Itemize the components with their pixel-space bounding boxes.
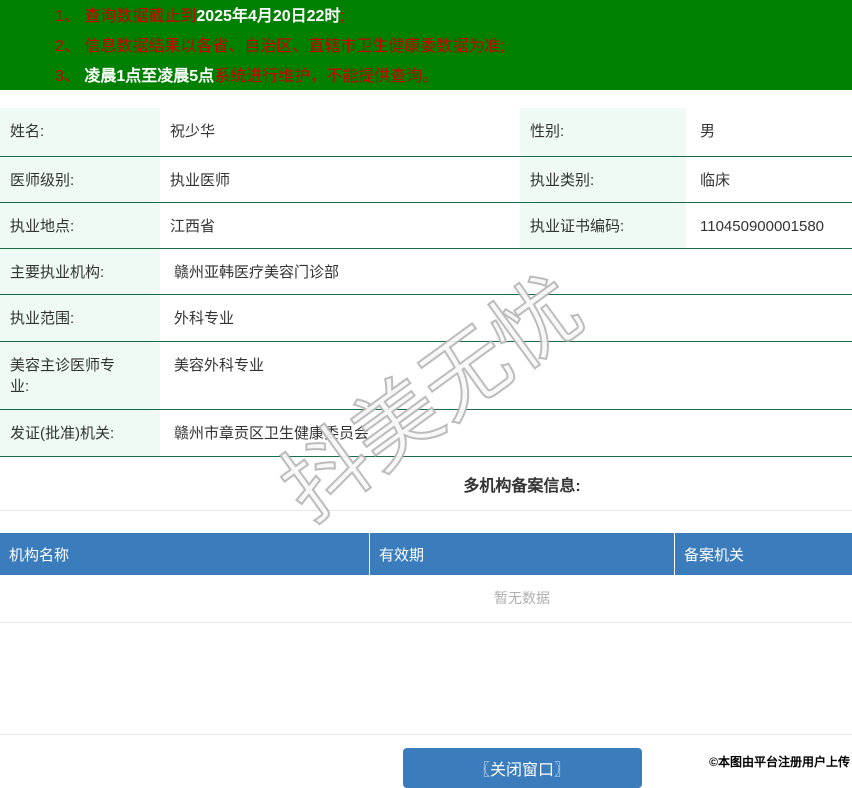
main-org-label: 主要执业机构: (0, 249, 160, 294)
table-row-scope: 执业范围: 外科专业 (0, 295, 852, 342)
table-row-cosmetic-specialty: 美容主诊医师专业: 美容外科专业 (0, 342, 852, 410)
divider (0, 734, 852, 735)
table-row-location-cert: 执业地点: 江西省 执业证书编码: 110450900001580 (0, 203, 852, 249)
divider (0, 510, 852, 511)
location-value: 江西省 (170, 218, 216, 235)
notice-emphasis: 凌晨1点至凌晨5点 (84, 68, 215, 85)
notice-line-2: 2、 信息数据结果以各省、自治区、直辖市卫生健康委数据为准; (55, 32, 852, 62)
close-window-button[interactable]: 〖关闭窗口〗 (402, 748, 642, 788)
notice-text: 系统进行维护，不能提供查询。 (214, 68, 439, 85)
name-label: 姓名: (0, 108, 160, 156)
notice-line-1: 1、 查询数据截止到2025年4月20日22时; (55, 2, 852, 32)
issuer-label: 发证(批准)机关: (0, 410, 160, 456)
notice-text: 2、 信息数据结果以各省、自治区、直辖市卫生健康委数据为准; (55, 38, 505, 55)
cosmetic-specialty-value: 美容外科专业 (174, 357, 265, 374)
notice-banner: 1、 查询数据截止到2025年4月20日22时; 2、 信息数据结果以各省、自治… (0, 0, 852, 90)
issuer-value: 赣州市章贡区卫生健康委员会 (174, 425, 370, 442)
column-header-org-name: 机构名称 (0, 533, 370, 575)
practitioner-info-table: 姓名: 祝少华 性别: 男 医师级别: 执业医师 执业类别: 临床 执业地点: … (0, 108, 852, 457)
filing-section-title: 多机构备案信息: (463, 478, 581, 495)
main-org-value: 赣州亚韩医疗美容门诊部 (174, 264, 340, 281)
empty-state-text: 暂无数据 (494, 590, 550, 606)
cosmetic-specialty-label: 美容主诊医师专业: (0, 342, 160, 409)
category-value: 临床 (700, 172, 731, 189)
location-label: 执业地点: (0, 203, 160, 248)
scope-value: 外科专业 (174, 310, 235, 327)
cert-number-label: 执业证书编码: (520, 203, 686, 248)
copyright-note: ©本图由平台注册用户上传 (709, 755, 850, 769)
notice-emphasis: 2025年4月20日22时 (196, 8, 341, 25)
notice-text: 1、 查询数据截止到 (55, 8, 197, 25)
cert-number-value: 110450900001580 (700, 218, 825, 235)
name-value: 祝少华 (170, 123, 216, 140)
filing-table-header: 机构名称 有效期 备案机关 (0, 533, 852, 575)
table-row-name-gender: 姓名: 祝少华 性别: 男 (0, 108, 852, 157)
column-header-filing-authority: 备案机关 (684, 546, 745, 564)
column-header-validity: 有效期 (370, 533, 675, 575)
level-value: 执业医师 (170, 172, 231, 189)
gender-label: 性别: (520, 108, 686, 156)
gender-value: 男 (700, 123, 716, 140)
notice-line-3: 3、 凌晨1点至凌晨5点系统进行维护，不能提供查询。 (55, 62, 852, 90)
scope-label: 执业范围: (0, 295, 160, 341)
table-row-main-org: 主要执业机构: 赣州亚韩医疗美容门诊部 (0, 249, 852, 295)
notice-text: 3、 (55, 68, 85, 85)
notice-text: ; (340, 8, 345, 25)
category-label: 执业类别: (520, 157, 686, 202)
table-row-level-category: 医师级别: 执业医师 执业类别: 临床 (0, 157, 852, 203)
table-row-issuer: 发证(批准)机关: 赣州市章贡区卫生健康委员会 (0, 410, 852, 457)
level-label: 医师级别: (0, 157, 160, 202)
